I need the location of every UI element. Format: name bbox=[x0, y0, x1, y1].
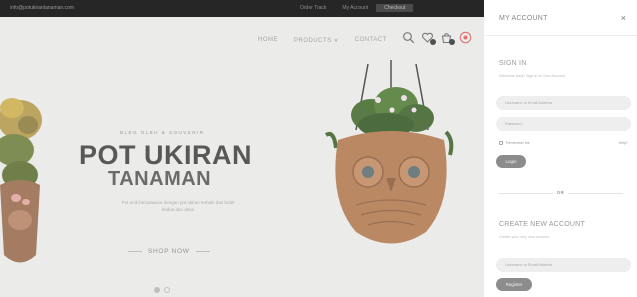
register-button[interactable]: Register bbox=[496, 278, 532, 291]
my-account-link[interactable]: My Account bbox=[334, 4, 376, 12]
owl-hanging-pot-image bbox=[324, 60, 454, 244]
password-input[interactable] bbox=[496, 117, 631, 131]
cart-count-badge bbox=[449, 39, 455, 45]
divider bbox=[128, 251, 142, 252]
topbar-email[interactable]: info@potukirantanaman.com bbox=[10, 5, 74, 11]
account-panel: MY ACCOUNT × SIGN IN Welcome back! Sign … bbox=[484, 0, 637, 297]
hero-description: Pot unik bersatwane dengan pot ukiran te… bbox=[121, 200, 235, 212]
shop-now-button[interactable]: SHOP NOW bbox=[128, 248, 210, 255]
wishlist-count-badge bbox=[430, 39, 436, 45]
hero-title: POT UKIRAN bbox=[79, 140, 252, 170]
signin-subtitle: Welcome back! Sign in to Your Account bbox=[499, 74, 565, 78]
panel-header: MY ACCOUNT × bbox=[484, 0, 637, 36]
divider bbox=[568, 193, 623, 194]
plant-pot-image-left bbox=[0, 98, 42, 263]
nav-contact[interactable]: CONTACT bbox=[355, 37, 387, 44]
close-icon[interactable]: × bbox=[621, 13, 626, 23]
slider-dot[interactable] bbox=[164, 287, 170, 293]
remember-me-label: Remember Me bbox=[506, 141, 530, 145]
hero-subtitle: BLEG OLEH & SOUVENIR bbox=[120, 130, 205, 135]
nav-products[interactable]: PRODUCTS ∨ bbox=[294, 37, 339, 44]
main-nav: HOME PRODUCTS ∨ CONTACT bbox=[258, 37, 387, 44]
storefront-page: info@potukirantanaman.com Order Track My… bbox=[0, 0, 484, 297]
slider-dots bbox=[154, 287, 170, 293]
hero-title-second-line: TANAMAN bbox=[108, 168, 212, 190]
nav-icons bbox=[402, 31, 472, 45]
slider-dot[interactable] bbox=[154, 287, 160, 293]
register-email-input[interactable] bbox=[496, 258, 631, 272]
checkbox-icon bbox=[499, 141, 503, 145]
account-icon[interactable] bbox=[459, 31, 472, 44]
wishlist-icon[interactable] bbox=[421, 31, 436, 45]
order-track-link[interactable]: Order Track bbox=[292, 4, 334, 12]
top-bar: info@potukirantanaman.com Order Track My… bbox=[0, 0, 484, 17]
remember-me-checkbox[interactable]: Remember Me bbox=[499, 141, 530, 145]
nav-home[interactable]: HOME bbox=[258, 37, 278, 44]
shop-now-label: SHOP NOW bbox=[148, 248, 190, 255]
register-subtitle: Create your very own account bbox=[499, 235, 550, 239]
divider bbox=[195, 251, 210, 252]
panel-title: MY ACCOUNT bbox=[499, 15, 548, 22]
search-icon[interactable] bbox=[402, 31, 415, 44]
signin-title: SIGN IN bbox=[499, 60, 527, 67]
help-link[interactable]: Help? bbox=[619, 141, 628, 145]
checkout-link[interactable]: Checkout bbox=[376, 4, 414, 12]
username-input[interactable] bbox=[496, 96, 631, 110]
topbar-links: Order Track My Account Checkout bbox=[292, 4, 414, 12]
login-button[interactable]: Login bbox=[496, 155, 526, 168]
cart-icon[interactable] bbox=[440, 31, 455, 45]
register-title: CREATE NEW ACCOUNT bbox=[499, 221, 585, 228]
